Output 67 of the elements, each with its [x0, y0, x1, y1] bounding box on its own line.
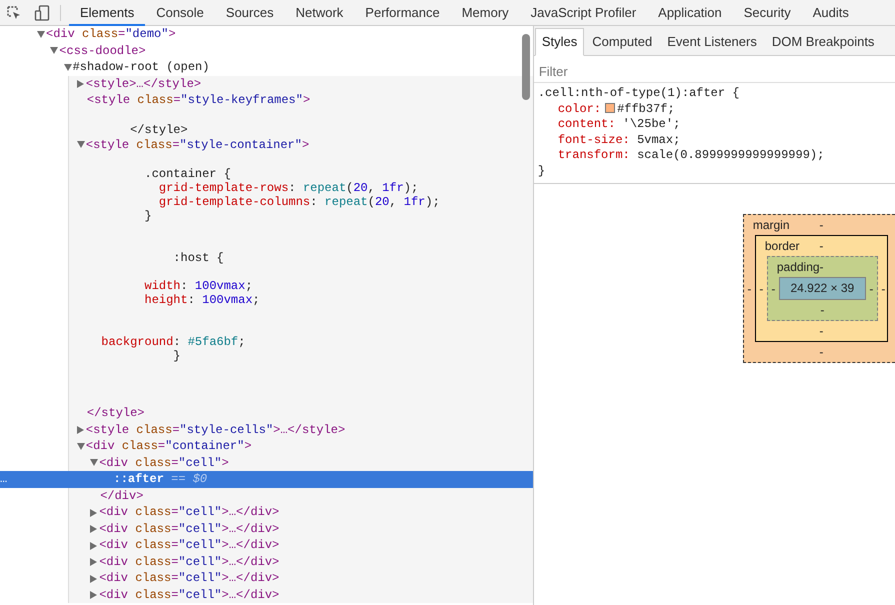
css-value: scale(0.8999999999999999);	[637, 148, 824, 162]
box-model-value: -	[818, 344, 824, 361]
disclosure-triangle-icon[interactable]	[36, 30, 46, 38]
css-value: 5vmax;	[637, 132, 680, 146]
panel-tab[interactable]: Security	[732, 0, 802, 26]
panel-tab[interactable]: Console	[145, 0, 215, 26]
tree-node[interactable]: <div class="cell">…</div>	[0, 504, 533, 520]
box-model-value: -	[770, 280, 776, 298]
closing-tag: </style>	[0, 405, 533, 422]
panel-tab[interactable]: Performance	[354, 0, 451, 26]
tree-node[interactable]: … ::after == $0	[0, 471, 533, 488]
box-model-value: -	[818, 323, 824, 340]
tree-node[interactable]: <style class="style-cells">…</style>	[0, 422, 533, 438]
box-model-value: -	[819, 217, 824, 234]
disclosure-triangle-icon[interactable]	[76, 79, 86, 88]
box-model-value: -	[746, 280, 752, 298]
tree-node[interactable]: <div class="cell">…</div>	[0, 570, 533, 586]
tree-node[interactable]: <style class="style-keyframes">	[0, 92, 533, 108]
disclosure-triangle-icon[interactable]	[76, 442, 86, 450]
panel-tab[interactable]: Elements	[69, 0, 146, 26]
scrollbar[interactable]	[522, 34, 530, 100]
tree-node[interactable]: <css-doodle>	[0, 42, 533, 59]
device-toolbar-icon[interactable]	[34, 4, 50, 20]
tree-node[interactable]: <div class="cell">…</div>	[0, 537, 533, 554]
content-box: 24.922 × 39	[778, 277, 866, 300]
color-swatch[interactable]	[605, 102, 616, 112]
inspect-element-icon[interactable]	[6, 4, 22, 20]
sidebar-tab[interactable]: Computed	[585, 28, 660, 56]
panel-tab[interactable]: Application	[647, 0, 733, 26]
css-property: color:	[558, 102, 602, 116]
code-text: </style>	[129, 122, 189, 136]
box-model-label: margin	[752, 217, 791, 234]
tree-node[interactable]: <style>…</style>	[0, 76, 533, 92]
closing-tag: </div>	[0, 488, 533, 504]
tree-node[interactable]: <div class="cell">…</div>	[0, 554, 533, 570]
disclosure-triangle-icon[interactable]	[76, 140, 86, 148]
css-value: #ffb37f;	[617, 102, 675, 116]
sidebar-tab[interactable]: Event Listeners	[660, 28, 764, 56]
more-options-marker[interactable]: …	[0, 471, 8, 488]
tree-node[interactable]: <div class="container">	[0, 438, 533, 454]
css-property: font-size:	[558, 132, 630, 146]
box-model-value: -	[819, 302, 826, 319]
tree-node[interactable]: <style class="style-container">	[0, 136, 533, 153]
code-text: .container { grid-template-rows: repeat(20, 1fr); grid-template-columns: repeat(20, 1fr); } :host { width: 100vmax; height: 100vmax; background: #5fa6bf; }	[100, 166, 441, 365]
box-model-value: -	[880, 280, 886, 298]
box-model-label: border	[764, 238, 801, 255]
panel-tab[interactable]: Network	[284, 0, 354, 26]
panel-tab[interactable]: Audits	[802, 0, 860, 26]
css-property: transform:	[558, 148, 630, 162]
disclosure-triangle-icon[interactable]	[76, 425, 86, 434]
box-model-value: -	[819, 238, 824, 255]
tree-node[interactable]: <div class="demo">	[0, 26, 533, 42]
sidebar-tab[interactable]: Styles	[534, 28, 584, 56]
sidebar-tab[interactable]: DOM Breakpoints	[764, 28, 882, 56]
panel-tab[interactable]: Sources	[214, 0, 285, 26]
panel-tab[interactable]: Memory	[450, 0, 520, 26]
tree-node[interactable]: <div class="cell">…</div>	[0, 520, 533, 537]
panel-tab[interactable]: JavaScript Profiler	[520, 0, 648, 26]
box-model-value: -	[868, 280, 874, 298]
box-model-value: -	[758, 280, 764, 298]
css-selector: .cell:nth-of-type(1):after {	[538, 86, 740, 102]
tree-node[interactable]: <div class="cell">…</div>	[0, 586, 533, 603]
box-model-label: padding-	[776, 259, 824, 276]
disclosure-triangle-icon[interactable]	[49, 46, 60, 54]
css-property: content:	[558, 117, 616, 131]
css-value: '\25be';	[622, 117, 680, 131]
closing-brace: }	[538, 164, 546, 179]
